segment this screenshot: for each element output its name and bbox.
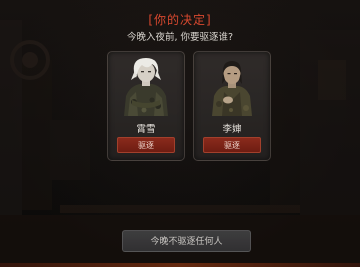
game-screen: [你的决定] 今晚入夜前, 你要驱逐谁? 霄雪 驱逐 李婶 驱逐 今晚不驱逐任何… [0,0,360,267]
bottom-glow-divider [0,263,360,267]
older-woman-survivor-portrait [212,61,252,116]
white-haired-survivor-portrait [124,58,168,116]
evict-button-lishen[interactable]: 驱逐 [203,137,261,153]
evict-button-xiaoxue[interactable]: 驱逐 [117,137,175,153]
candidate-card-lishen: 李婶 驱逐 [193,51,271,161]
dialog-title: [你的决定] [148,13,212,27]
candidate-name: 李婶 [222,124,242,135]
candidate-name: 霄雪 [136,124,156,135]
dialog-subtitle: 今晚入夜前, 你要驱逐谁? [126,32,234,43]
skip-eviction-button[interactable]: 今晚不驱逐任何人 [122,230,251,252]
candidate-card-xiaoxue: 霄雪 驱逐 [107,51,185,161]
